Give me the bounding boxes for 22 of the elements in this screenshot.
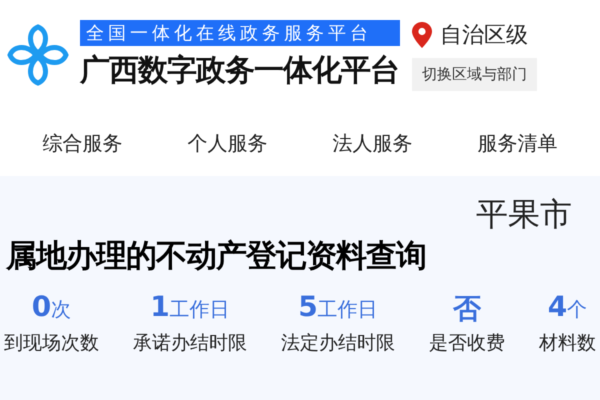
nav-link[interactable]: 法人服务	[332, 130, 412, 156]
page-title: 属地办理的不动产登记资料查询	[4, 237, 427, 276]
nav-link[interactable]: 个人服务	[188, 130, 268, 156]
stat-value: 5工作日	[298, 290, 378, 324]
platform-banner: 全国一体化在线政务服务平台	[80, 20, 400, 46]
stat-label: 承诺办结时限	[133, 331, 247, 356]
flower-logo-icon	[6, 23, 70, 87]
location-pin-icon	[412, 22, 432, 48]
stat-label: 是否收费	[429, 331, 505, 356]
stat-label: 法定办结时限	[281, 331, 395, 356]
stat-value: 0次	[32, 290, 72, 324]
nav-link[interactable]: 综合服务	[42, 130, 122, 156]
stat-label: 到现场次数	[4, 331, 99, 356]
stat-value: 否	[453, 291, 481, 324]
platform-title: 广西数字政务一体化平台	[80, 52, 400, 90]
city-name: 平果市	[476, 194, 572, 234]
nav-link[interactable]: 服务清单	[478, 130, 558, 156]
stat-label: 材料数	[539, 331, 596, 356]
stat-value: 1工作日	[150, 290, 230, 324]
stat-value: 4个	[548, 290, 588, 324]
region-label: 自治区级	[440, 22, 528, 50]
switch-region-button[interactable]: 切换区域与部门	[412, 58, 537, 90]
